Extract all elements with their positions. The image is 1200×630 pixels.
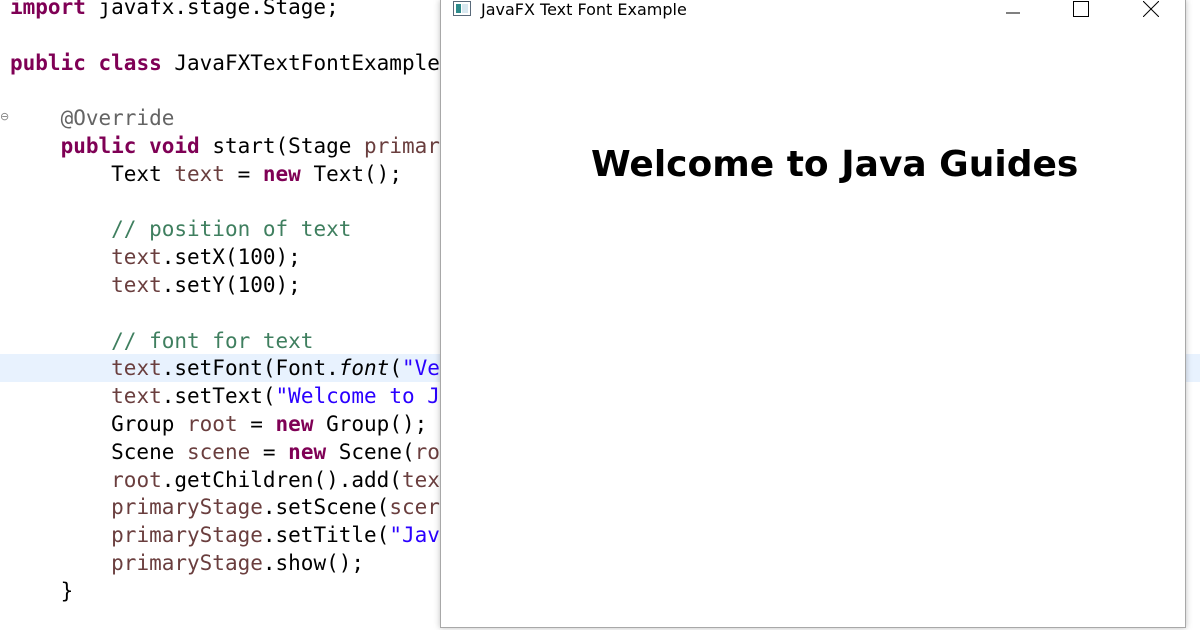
code-token: ro [415,440,440,464]
code-token: .setTitle( [263,523,389,547]
code-line[interactable]: primaryStage.setTitle("Jav [0,521,440,549]
code-line[interactable] [0,299,10,327]
code-line[interactable]: import javafx.stage.Stage; [0,0,339,21]
code-line[interactable] [0,21,10,49]
code-token [10,217,111,241]
code-token: .setScene( [263,495,389,519]
code-token: ( [389,356,402,380]
code-line[interactable]: root.getChildren().add(tex [0,466,440,494]
code-token: Text(); [301,162,402,186]
code-token: .show(); [263,551,364,575]
code-token: scene [187,440,250,464]
javafx-app-icon [453,1,471,16]
code-token [10,495,111,519]
code-token: font [339,356,390,380]
code-line[interactable]: @Override [0,104,174,132]
maximize-button[interactable] [1058,0,1104,22]
code-token: "Welcome to J [276,384,440,408]
code-line[interactable]: public class JavaFXTextFontExample [0,49,440,77]
code-token: tex [402,468,440,492]
code-token: root [187,412,238,436]
code-token [10,329,111,353]
code-token: public [61,134,137,158]
code-token [136,134,149,158]
code-token: import [10,0,86,19]
code-token: void [149,134,200,158]
code-token: text [111,273,162,297]
code-token [10,551,111,575]
code-token [10,245,111,269]
code-token: // font for text [111,329,313,353]
code-token: primar [364,134,440,158]
code-line[interactable]: // position of text [0,215,351,243]
code-token [10,384,111,408]
code-token: primaryStage [111,523,263,547]
code-token: = [250,440,288,464]
javafx-window: JavaFX Text Font Example Welcome to Java… [440,0,1186,628]
code-token: .setX(100); [162,245,301,269]
welcome-text: Welcome to Java Guides [591,144,1078,185]
window-content: Welcome to Java Guides [441,26,1185,627]
code-line[interactable]: Scene scene = new Scene(ro [0,438,440,466]
code-token: new [263,162,301,186]
code-token: Group(); [313,412,427,436]
code-token: primaryStage [111,551,263,575]
window-title: JavaFX Text Font Example [481,0,687,20]
code-token: new [288,440,326,464]
code-token: } [10,579,73,603]
code-token [10,134,61,158]
window-titlebar[interactable]: JavaFX Text Font Example [441,0,1185,26]
code-token: .setY(100); [162,273,301,297]
code-token: // position of text [111,217,351,241]
code-token: start(Stage [200,134,364,158]
code-token: new [276,412,314,436]
code-token: Scene [10,440,187,464]
code-token: Group [10,412,187,436]
code-line[interactable]: Text text = new Text(); [0,160,402,188]
code-token: class [99,51,162,75]
code-token: primaryStage [111,495,263,519]
code-token [10,523,111,547]
code-token: javafx.stage.Stage; [86,0,339,19]
code-token [10,106,61,130]
code-token: root [111,468,162,492]
code-token: Text [10,162,174,186]
code-token [86,51,99,75]
code-token: .setFont(Font. [162,356,339,380]
code-token: text [111,356,162,380]
maximize-icon [1073,1,1089,21]
code-token: .getChildren().add( [162,468,402,492]
code-line[interactable] [0,188,10,216]
code-token [10,468,111,492]
code-line[interactable]: text.setText("Welcome to J [0,382,440,410]
code-token: scer [389,495,440,519]
code-token: Scene( [326,440,415,464]
minimize-icon [1006,2,1020,21]
code-line[interactable]: // font for text [0,327,313,355]
close-button[interactable] [1128,0,1174,22]
code-line[interactable] [0,76,10,104]
code-token: = [225,162,263,186]
code-line[interactable]: primaryStage.show(); [0,549,364,577]
close-icon [1143,1,1159,21]
code-line[interactable]: public void start(Stage primar [0,132,440,160]
code-token: text [174,162,225,186]
code-token: = [238,412,276,436]
code-token: @Override [61,106,175,130]
code-token: JavaFXTextFontExample [162,51,440,75]
minimize-button[interactable] [990,0,1036,22]
code-token: "Ve [402,356,440,380]
code-token: "Jav [389,523,440,547]
code-line[interactable]: } [0,577,73,605]
code-token: text [111,245,162,269]
code-token: text [111,384,162,408]
code-token: .setText( [162,384,276,408]
code-line[interactable]: text.setY(100); [0,271,301,299]
code-line[interactable]: text.setX(100); [0,243,301,271]
code-token [10,273,111,297]
code-token: public [10,51,86,75]
code-token [10,356,111,380]
code-line[interactable]: Group root = new Group(); [0,410,427,438]
code-line[interactable]: primaryStage.setScene(scer [0,493,440,521]
